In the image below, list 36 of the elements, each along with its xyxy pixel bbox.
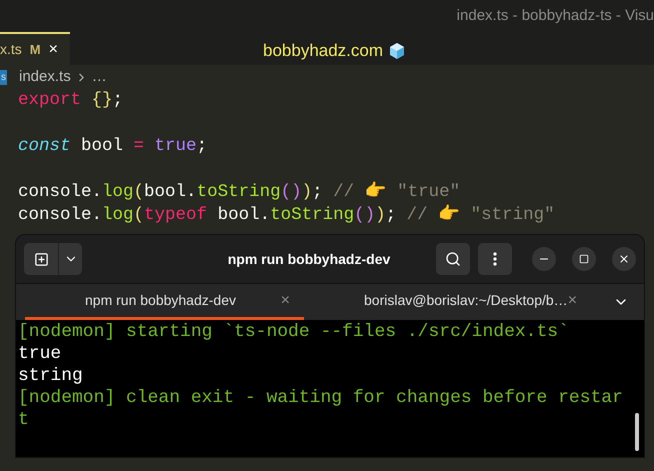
terminal-title: npm run bobbyhadz-dev — [226, 250, 392, 269]
code-line: console.log(bool.toString()); // 👉 "true" — [18, 182, 460, 202]
dropdown-button[interactable] — [58, 243, 82, 275]
tab-label: borislav@borislav:~/Desktop/b… — [364, 291, 568, 310]
maximize-button[interactable] — [572, 247, 596, 271]
close-button[interactable]: × — [48, 38, 58, 62]
new-tab-button[interactable] — [24, 243, 58, 275]
ts-file-icon: s — [0, 70, 7, 84]
modified-label: M — [30, 40, 41, 59]
close-button[interactable] — [612, 247, 636, 271]
code-line: const bool = true; — [18, 136, 208, 156]
window-title: index.ts - bobbyhadz-ts - Visu — [456, 6, 654, 26]
banner-text: bobbyhadz.com — [263, 40, 384, 62]
tab-label: npm run bobbyhadz-dev — [85, 291, 236, 310]
close-icon — [618, 253, 630, 265]
terminal-line: true — [18, 343, 62, 365]
breadcrumb-more[interactable]: … — [92, 66, 107, 88]
menu-button[interactable] — [478, 243, 512, 275]
terminal-line: t — [18, 409, 29, 431]
tab-close-button[interactable]: × — [568, 288, 578, 312]
code-line: console.log(typeof bool.toString()); // 👉 "string" — [18, 205, 555, 225]
maximize-icon — [579, 254, 589, 264]
tab-close-button[interactable]: × — [280, 288, 290, 312]
code-line: export {}; — [18, 90, 124, 110]
search-button[interactable] — [436, 243, 470, 275]
search-icon — [445, 251, 461, 267]
tab-label: x.ts — [0, 40, 22, 59]
terminal-line: [nodemon] clean exit - waiting for changes before restar — [18, 387, 623, 409]
scrollbar — [635, 413, 639, 451]
terminal-line: string — [18, 365, 83, 387]
breadcrumb-file[interactable]: index.ts — [19, 66, 71, 88]
new-tab-icon — [34, 252, 48, 266]
terminal-tab[interactable]: borislav@borislav:~/Desktop/b…× — [304, 284, 583, 320]
menu-icon — [493, 252, 497, 266]
terminal-line: [nodemon] starting `ts-node --files ./src/index.ts` — [18, 321, 569, 343]
editor-tab[interactable]: x.ts M × — [0, 32, 70, 65]
